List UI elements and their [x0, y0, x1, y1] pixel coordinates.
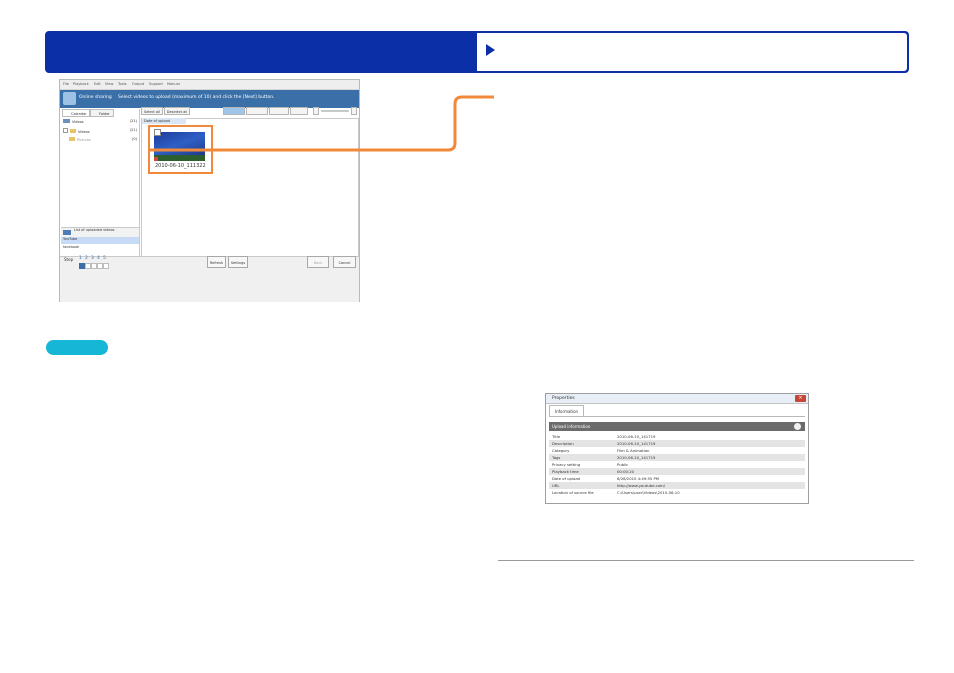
tab-calendar-label: Calendar — [71, 112, 87, 116]
property-value: http://www.youtube.com/ — [617, 483, 666, 488]
tree-count: (0) — [132, 137, 137, 141]
service-label: facebook — [63, 245, 79, 249]
play-arrow-icon — [486, 44, 495, 56]
uploaded-videos-label: List of uploaded videos — [74, 228, 115, 232]
tab-folder[interactable]: Folder — [90, 109, 114, 117]
folder-icon — [70, 129, 76, 133]
property-value: Film & Animation — [617, 448, 650, 453]
service-item-facebook[interactable]: facebook — [61, 245, 139, 252]
tree-item-pictures[interactable]: Pictures (0) — [69, 137, 137, 144]
service-label: YouTube — [63, 237, 78, 241]
connector-line — [148, 95, 494, 152]
step-number: 2 — [85, 256, 88, 261]
property-value: 00:00:20 — [617, 469, 635, 474]
property-row: Title 2010-06-10_141719 — [549, 433, 805, 440]
dialog-title: Properties — [552, 396, 575, 401]
dialog-titlebar — [546, 394, 808, 404]
horizontal-divider — [498, 560, 914, 561]
tab-information-label: Information — [554, 409, 579, 414]
expand-icon[interactable] — [63, 128, 68, 133]
service-item-youtube[interactable]: YouTube — [61, 237, 139, 244]
step-number: 3 — [91, 256, 94, 261]
section-header-right-panel — [477, 33, 907, 71]
property-key: Location of source file — [552, 490, 594, 495]
property-value: 2010-06-10_141719 — [617, 434, 656, 439]
cancel-button[interactable]: Cancel — [333, 256, 356, 268]
property-row: Tags 2010-06-10_141719 — [549, 454, 805, 461]
property-value: 6/28/2010 4:49:55 PM — [617, 476, 660, 481]
section-bar: Upload information — [549, 422, 805, 431]
menu-output[interactable]: Output — [132, 82, 144, 86]
tree-label: Videos — [78, 130, 90, 134]
property-key: Tags — [552, 455, 561, 460]
tab-calendar[interactable]: Calendar — [62, 109, 90, 117]
property-row: Description 2010-06-10_141719 — [549, 440, 805, 447]
back-button[interactable]: Back — [307, 256, 329, 268]
tree-count: (21) — [129, 128, 137, 132]
property-key: Description — [552, 441, 574, 446]
property-row: URL http://www.youtube.com/ — [549, 482, 805, 489]
folder-icon — [69, 137, 75, 141]
menu-tools[interactable]: Tools — [118, 82, 127, 86]
section-label: Upload information — [552, 424, 591, 429]
property-key: Category — [552, 448, 570, 453]
menu-manual[interactable]: Manual — [167, 82, 180, 86]
upload-list-icon — [63, 230, 71, 235]
note-pill — [46, 340, 108, 355]
close-icon[interactable]: × — [795, 395, 806, 402]
menu-file[interactable]: File — [63, 82, 69, 86]
tree-label: Videos — [72, 120, 84, 124]
step-indicator — [103, 263, 109, 269]
property-row: Location of source file C:\Users\user\Vid… — [549, 489, 805, 496]
menu-support[interactable]: Support — [149, 82, 163, 86]
tree-count: (21) — [129, 119, 137, 123]
property-key: Title — [552, 434, 561, 439]
tree-label: Pictures — [77, 138, 91, 142]
property-value: 2010-06-10_141719 — [617, 455, 656, 460]
tab-divider — [549, 416, 805, 417]
step-number: 5 — [103, 256, 106, 261]
menu-bar: File Playback Edit View Tools Output Sup… — [60, 80, 359, 90]
property-row: Playback time 00:00:20 — [549, 468, 805, 475]
property-key: URL — [552, 483, 560, 488]
callout-connector — [148, 95, 494, 152]
collapse-icon[interactable] — [794, 423, 801, 430]
property-value: Public — [617, 462, 629, 467]
computer-icon — [63, 119, 70, 123]
step-number: 1 — [79, 256, 82, 261]
tab-folder-label: Folder — [99, 112, 110, 116]
step-number: 4 — [97, 256, 100, 261]
online-sharing-icon — [63, 92, 76, 105]
step-label: Step — [64, 257, 74, 262]
properties-dialog: Properties × Information Upload informat… — [545, 393, 809, 504]
tree-item-videos-root[interactable]: Videos (21) — [63, 119, 137, 126]
banner-title: Online sharing — [79, 95, 112, 100]
menu-view[interactable]: View — [105, 82, 113, 86]
property-value: 2010-06-10_141719 — [617, 441, 656, 446]
property-key: Date of upload — [552, 476, 581, 481]
property-row: Category Film & Animation — [549, 447, 805, 454]
property-row: Privacy setting Public — [549, 461, 805, 468]
menu-edit[interactable]: Edit — [94, 82, 101, 86]
tree-item-videos[interactable]: Videos (21) — [63, 128, 137, 135]
menu-playback[interactable]: Playback — [73, 82, 89, 86]
property-key: Playback time — [552, 469, 579, 474]
settings-button[interactable]: Settings — [228, 256, 248, 268]
property-key: Privacy setting — [552, 462, 581, 467]
refresh-button[interactable]: Refresh — [207, 256, 226, 268]
property-row: Date of upload 6/28/2010 4:49:55 PM — [549, 475, 805, 482]
uploaded-videos-header: List of uploaded videos — [61, 227, 139, 237]
property-value: C:\Users\user\Videos\2010-06-10 — [617, 490, 680, 495]
